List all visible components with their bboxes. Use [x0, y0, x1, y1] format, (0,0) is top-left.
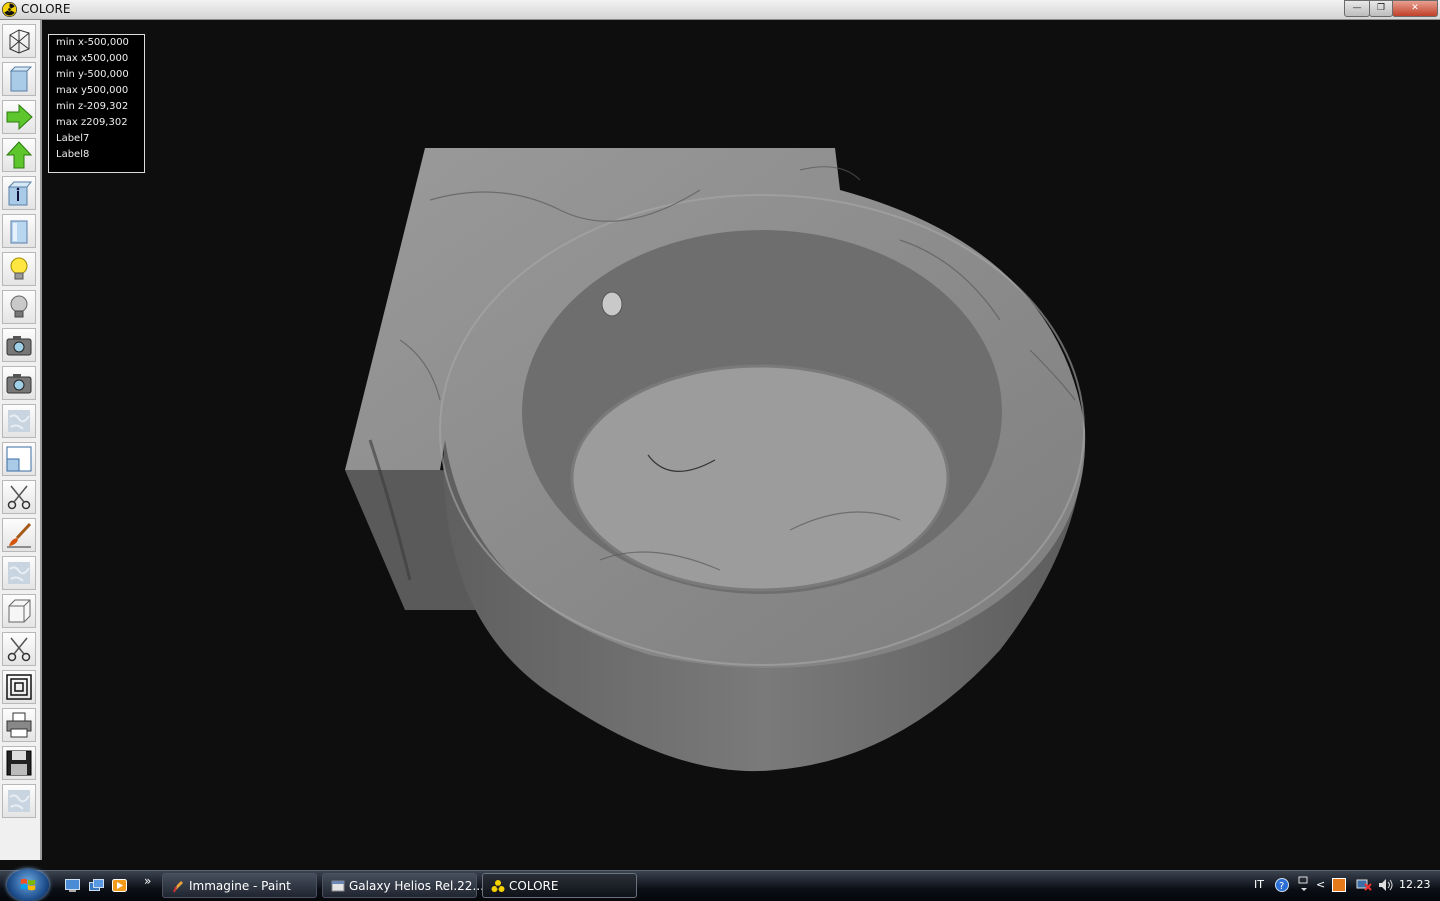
- light-off-tool[interactable]: [2, 290, 36, 324]
- task-label: Immagine - Paint: [189, 879, 291, 893]
- restore-icon: ❐: [1376, 3, 1386, 13]
- window-tool[interactable]: [2, 442, 36, 476]
- save-tool[interactable]: [2, 746, 36, 780]
- window-title: COLORE: [21, 2, 71, 16]
- task-label: COLORE: [509, 879, 559, 893]
- marble-texture-icon: [8, 562, 30, 584]
- marble-sink-model[interactable]: [42, 20, 1440, 870]
- show-desktop-icon[interactable]: [65, 879, 80, 892]
- task-colore[interactable]: COLORE: [482, 873, 637, 898]
- light-on-tool[interactable]: [2, 252, 36, 286]
- paintbrush-icon: [7, 522, 32, 548]
- cube-icon: [8, 599, 31, 623]
- paint-tool[interactable]: [2, 518, 36, 552]
- task-paint[interactable]: Immagine - Paint: [162, 873, 317, 898]
- task-galaxy-helios[interactable]: Galaxy Helios Rel.22...: [322, 873, 484, 898]
- close-icon: ✕: [1411, 3, 1419, 13]
- windows-logo-icon: [20, 878, 36, 891]
- left-toolbar: [0, 20, 42, 860]
- label7: Label7: [56, 133, 90, 144]
- lightbulb-on-icon: [10, 257, 28, 280]
- language-indicator[interactable]: IT: [1254, 878, 1264, 891]
- language-options-icon[interactable]: [1298, 876, 1310, 892]
- task-label: Galaxy Helios Rel.22...: [349, 879, 484, 893]
- min-y-label: min y-500,000: [56, 69, 129, 80]
- printer-icon: [6, 712, 32, 738]
- help-icon[interactable]: ?: [1275, 878, 1289, 892]
- arrow-right-icon: [6, 103, 33, 131]
- box-info-icon: [7, 181, 33, 206]
- taskbar: » Immagine - Paint Galaxy Helios Rel.22.…: [0, 869, 1440, 901]
- texture-3-tool[interactable]: [2, 784, 36, 818]
- info-tool[interactable]: [2, 176, 36, 210]
- title-bar: COLORE — ❐ ✕: [0, 0, 1440, 20]
- scissors-icon: [7, 485, 31, 510]
- cut-tool[interactable]: [2, 480, 36, 514]
- move-up-tool[interactable]: [2, 138, 36, 172]
- wireframe-box-icon: [9, 29, 30, 54]
- wireframe-tool[interactable]: [2, 24, 36, 58]
- network-icon[interactable]: [1356, 878, 1372, 892]
- media-player-icon[interactable]: [112, 879, 127, 892]
- marble-texture-icon: [8, 410, 30, 432]
- paint-icon: [173, 881, 183, 893]
- volume-icon[interactable]: [1378, 878, 1394, 892]
- max-y-label: max y500,000: [56, 85, 129, 96]
- scissors-icon: [7, 637, 31, 662]
- solid-box-icon: [9, 66, 33, 92]
- clock[interactable]: 12.23: [1399, 878, 1431, 891]
- texture-2-tool[interactable]: [2, 556, 36, 590]
- max-z-label: max z209,302: [56, 117, 128, 128]
- radiation-icon: [2, 2, 17, 17]
- minimize-icon: —: [1352, 3, 1362, 13]
- marble-texture-icon: [8, 790, 30, 812]
- arrow-up-icon: [5, 141, 33, 169]
- start-button[interactable]: [7, 869, 49, 901]
- switch-windows-icon[interactable]: [89, 879, 104, 892]
- app-icon: [331, 880, 345, 892]
- camera-tool[interactable]: [2, 328, 36, 362]
- close-button[interactable]: ✕: [1392, 0, 1438, 17]
- 3d-viewport[interactable]: [42, 20, 1440, 870]
- bounds-info-panel: min x-500,000 max x500,000 min y-500,000…: [48, 34, 145, 173]
- cube-tool[interactable]: [2, 594, 36, 628]
- camera-2-tool[interactable]: [2, 366, 36, 400]
- cut-2-tool[interactable]: [2, 632, 36, 666]
- frame-tool[interactable]: [2, 670, 36, 704]
- concentric-squares-icon: [6, 674, 32, 700]
- svg-text:?: ?: [1279, 881, 1284, 892]
- solid-view-tool[interactable]: [2, 62, 36, 96]
- restore-button[interactable]: ❐: [1369, 0, 1393, 17]
- camera-icon: [6, 336, 32, 356]
- label8: Label8: [56, 149, 90, 160]
- camera-icon: [6, 374, 32, 394]
- box-icon: [10, 220, 28, 244]
- show-hidden-icons-chevron[interactable]: <: [1316, 878, 1325, 891]
- floppy-disk-icon: [6, 750, 32, 776]
- minimize-button[interactable]: —: [1344, 0, 1370, 17]
- move-right-tool[interactable]: [2, 100, 36, 134]
- radiation-icon: [491, 880, 505, 892]
- box-view-tool[interactable]: [2, 214, 36, 248]
- max-x-label: max x500,000: [56, 53, 129, 64]
- min-z-label: min z-209,302: [56, 101, 129, 112]
- print-tool[interactable]: [2, 708, 36, 742]
- quick-launch-overflow[interactable]: »: [144, 874, 151, 888]
- tray-app-icon[interactable]: [1332, 878, 1346, 892]
- lightbulb-off-icon: [10, 295, 28, 318]
- window-icon: [6, 446, 32, 472]
- texture-tool[interactable]: [2, 404, 36, 438]
- min-x-label: min x-500,000: [56, 37, 129, 48]
